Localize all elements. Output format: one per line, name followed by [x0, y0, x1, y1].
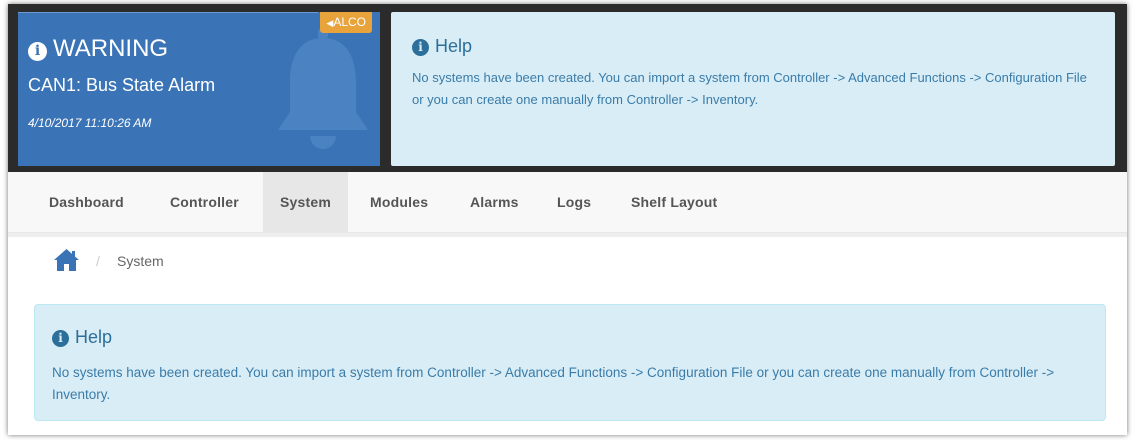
alarm-panel[interactable]: ◀ALCO i WARNING CAN1: Bus State Alarm 4/1…	[18, 12, 380, 166]
nav-shelf-layout[interactable]: Shelf Layout	[614, 172, 734, 232]
alarm-level: i WARNING	[28, 35, 168, 63]
help-banner-title-label: Help	[435, 36, 473, 56]
nav-modules[interactable]: Modules	[353, 172, 445, 232]
nav-dashboard[interactable]: Dashboard	[32, 172, 141, 232]
info-circle-icon: i	[28, 42, 47, 61]
breadcrumb-separator: /	[96, 253, 100, 269]
alarm-divider	[18, 12, 318, 13]
nav-logs[interactable]: Logs	[540, 172, 608, 232]
nav-controller[interactable]: Controller	[153, 172, 256, 232]
alarm-timestamp: 4/10/2017 11:10:26 AM	[28, 116, 152, 130]
nav-alarms[interactable]: Alarms	[453, 172, 536, 232]
help-banner: i Help No systems have been created. You …	[391, 12, 1115, 166]
nav-system[interactable]: System	[263, 172, 349, 232]
alarm-level-label: WARNING	[53, 35, 169, 62]
alco-tag-label: ALCO	[333, 15, 366, 29]
help-banner-title: i Help	[412, 36, 472, 57]
main-navbar: Dashboard Controller System Modules Alar…	[8, 172, 1127, 233]
breadcrumb-current: System	[117, 253, 164, 269]
app-frame: ◀ALCO i WARNING CAN1: Bus State Alarm 4/1…	[8, 4, 1127, 435]
alarm-message: CAN1: Bus State Alarm	[28, 75, 216, 95]
help-banner-text: No systems have been created. You can im…	[412, 70, 1087, 107]
bell-icon	[278, 28, 368, 149]
help-alert-title: i Help	[52, 327, 112, 348]
navbar-shadow	[8, 233, 1127, 237]
info-circle-icon: i	[412, 39, 429, 56]
header-band: ◀ALCO i WARNING CAN1: Bus State Alarm 4/1…	[8, 4, 1127, 172]
home-icon[interactable]	[53, 248, 80, 272]
alco-tag[interactable]: ◀ALCO	[320, 12, 372, 33]
help-alert-text: No systems have been created. You can im…	[52, 365, 1055, 402]
help-alert-title-label: Help	[75, 327, 113, 347]
info-circle-icon: i	[52, 330, 69, 347]
help-alert: i Help No systems have been created. You …	[34, 304, 1106, 421]
